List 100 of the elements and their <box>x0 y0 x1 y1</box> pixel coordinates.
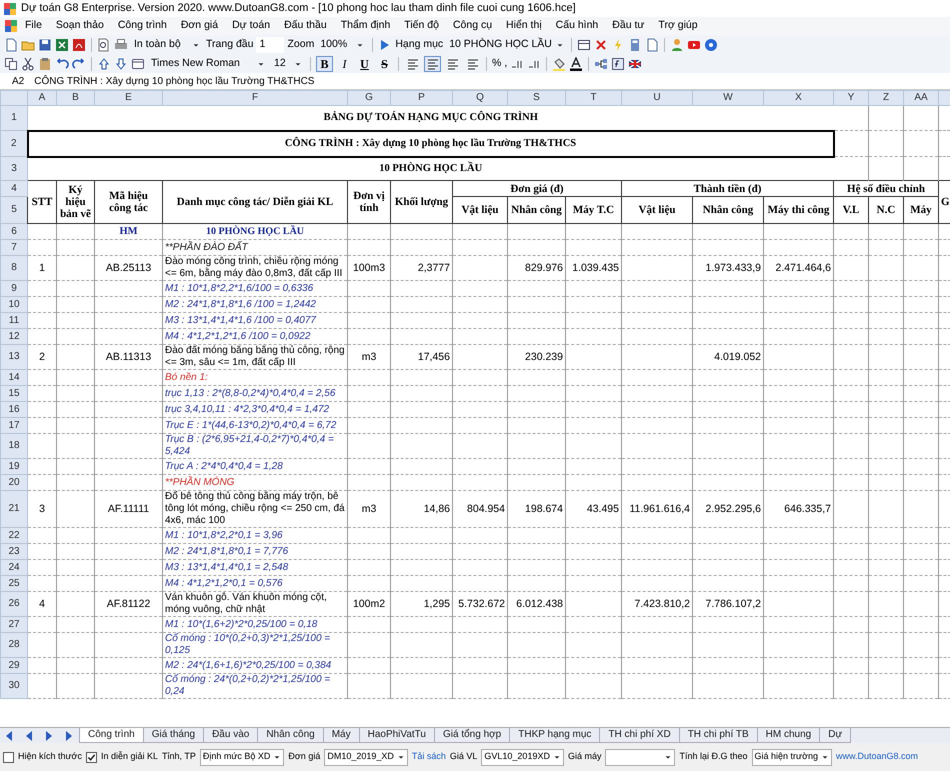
table-cell: AB.11313 <box>94 344 162 370</box>
menu-item[interactable]: Tiến độ <box>397 18 446 34</box>
column-header: X <box>764 90 834 106</box>
undo-icon[interactable] <box>55 56 69 70</box>
column-header: T <box>566 90 622 106</box>
select-field[interactable]: GVL10_2019XD <box>481 748 564 766</box>
percent-button[interactable]: % <box>492 56 502 72</box>
column-header: Y <box>834 90 868 106</box>
table-cell: AF.81122 <box>94 592 162 616</box>
pdf-export-icon[interactable] <box>72 38 86 52</box>
row-header: 4 <box>0 180 28 196</box>
font-color-icon[interactable] <box>569 56 584 70</box>
table-cell: 1 <box>28 256 56 280</box>
app-menu-icon[interactable] <box>4 19 18 33</box>
help-icon[interactable] <box>704 38 718 52</box>
menu-item[interactable]: Dự toán <box>225 18 278 34</box>
document-icon[interactable] <box>645 38 660 52</box>
select-field[interactable]: Giá hiện trường <box>752 748 832 766</box>
comma-button[interactable]: , <box>504 56 508 72</box>
column-header: Z <box>868 90 904 106</box>
flag-icon[interactable] <box>628 56 642 70</box>
field-label: Đơn giá <box>288 750 320 764</box>
format-button[interactable]: B <box>316 56 333 72</box>
column-header: F <box>162 90 348 106</box>
cut-icon[interactable] <box>21 56 35 70</box>
sheet-tab[interactable]: HM chung <box>756 728 820 743</box>
sheet-tab[interactable]: THKP hạng mục <box>509 728 600 743</box>
sheet-tab[interactable]: HaoPhiVatTu <box>358 728 435 743</box>
row-header: 24 <box>0 560 28 576</box>
column-heading: Nhân công <box>508 196 566 224</box>
field-label: Tỉnh, TP <box>162 750 196 764</box>
checkbox[interactable] <box>86 752 97 762</box>
table-cell: M1 : 10*1,8*2,2*1,6/100 = 0,6336 <box>162 280 348 296</box>
delete-icon[interactable] <box>594 38 608 52</box>
redo-icon[interactable] <box>72 56 86 70</box>
table-icon[interactable] <box>577 38 592 52</box>
column-heading: G <box>938 180 950 224</box>
row-header: 29 <box>0 658 28 674</box>
menu-item[interactable]: Đơn giá <box>174 18 226 34</box>
table-cell: 11.961.616,4 <box>622 490 692 528</box>
menu-item[interactable]: Thẩm định <box>334 18 398 34</box>
table-cell: 230.239 <box>508 344 566 370</box>
sheet-tab[interactable]: Dự <box>819 728 852 743</box>
sheet-tab[interactable]: Công trình <box>79 728 144 743</box>
window-icon[interactable] <box>131 56 145 70</box>
link[interactable]: www.DutoanG8.com <box>836 750 918 764</box>
table-cell: 4 <box>28 592 56 616</box>
column-heading: Khối lượng <box>390 180 452 224</box>
diagram-icon[interactable] <box>594 56 608 70</box>
spreadsheet-export-icon[interactable] <box>55 38 69 52</box>
table-cell: 5.732.672 <box>452 592 508 616</box>
new-document-icon[interactable] <box>4 38 18 52</box>
print-preview-icon[interactable] <box>97 38 111 52</box>
sheet-tab[interactable]: TH chi phí XD <box>599 728 680 743</box>
table-cell: M2 : 24*1,8*1,8*1,6 /100 = 1,2442 <box>162 296 348 312</box>
table-cell: Cổ móng : 10*(0,2+0,3)*2*1,25/100 = 0,125 <box>162 632 348 658</box>
paste-icon[interactable] <box>38 56 52 70</box>
sheet-tab[interactable]: Giá tổng hợp <box>434 728 510 743</box>
column-heading: N.C <box>868 196 904 224</box>
checkbox[interactable] <box>3 752 14 762</box>
column-heading: Vật liệu <box>622 196 692 224</box>
printer-icon[interactable] <box>114 38 128 52</box>
align-button[interactable] <box>424 56 441 72</box>
sheet-tab[interactable]: Nhân công <box>257 728 324 743</box>
select-field[interactable]: Định mức Bộ XD <box>200 748 284 766</box>
save-icon[interactable] <box>38 38 52 52</box>
column-heading: Ký hiệu bản vẽ <box>56 180 94 224</box>
lines-icon <box>466 56 480 70</box>
sheet-tab[interactable]: Giá tháng <box>142 728 204 743</box>
column-heading: V.L <box>834 196 868 224</box>
link[interactable]: Tải sách <box>412 750 446 764</box>
format-button[interactable]: I <box>336 56 353 72</box>
format-button[interactable]: U <box>356 56 373 72</box>
move-up-icon[interactable] <box>97 56 111 70</box>
sheet-tab[interactable]: TH chi phí TB <box>678 728 758 743</box>
column-heading: Đơn giá (đ) <box>452 180 622 196</box>
select-field[interactable] <box>605 748 676 766</box>
select-field[interactable]: DM10_2019_XD <box>324 748 408 766</box>
function-icon[interactable] <box>611 56 626 70</box>
menu-item[interactable]: Đấu thầu <box>277 18 334 34</box>
menu-item[interactable]: Hiển thị <box>499 18 549 34</box>
column-header: W <box>692 90 764 106</box>
user-icon[interactable] <box>670 38 684 52</box>
menu-item[interactable]: Công trình <box>110 18 174 34</box>
menu-item[interactable]: Đầu tư <box>605 18 652 34</box>
table-cell: Trục E : 1*(44,6-13*0,2)*0,4*0,4 = 6,72 <box>162 418 348 434</box>
move-down-icon[interactable] <box>114 56 128 70</box>
menu-item[interactable]: Trợ giúp <box>651 18 705 34</box>
menu-item[interactable]: Công cụ <box>446 18 500 34</box>
sheet-tab[interactable]: Máy <box>322 728 360 743</box>
menu-item[interactable]: File <box>18 18 49 34</box>
sheet-tab[interactable]: Đầu vào <box>203 728 258 743</box>
menu-item[interactable]: Soạn thảo <box>48 18 111 34</box>
menu-item[interactable]: Cấu hình <box>548 18 606 34</box>
page-field[interactable]: 1 <box>256 36 284 52</box>
format-button[interactable]: S <box>376 56 393 72</box>
table-cell: AF.11111 <box>94 490 162 528</box>
fill-color-icon[interactable] <box>552 56 566 70</box>
table-cell: Đổ bê tông thủ công bằng máy trộn, bê tông lót móng, chiều rộng <= 250 cm, đá 4x6, mác 100 <box>162 490 348 528</box>
copy-icon[interactable] <box>4 56 18 70</box>
